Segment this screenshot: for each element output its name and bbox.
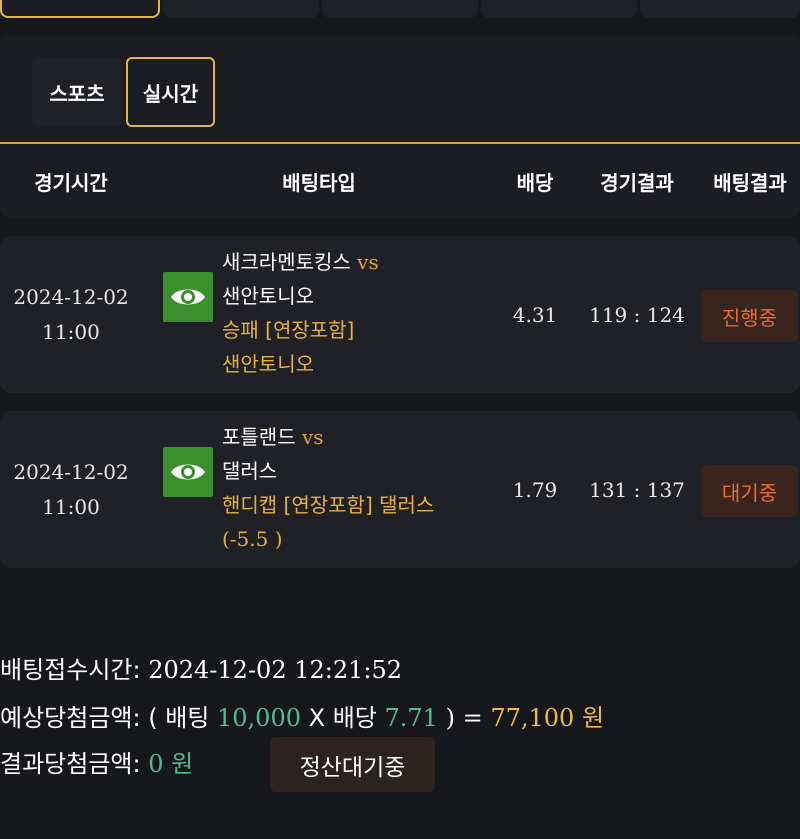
total-odds-value: 7.71 xyxy=(384,704,438,732)
receipt-time-value: 2024-12-02 12:21:52 xyxy=(148,656,403,684)
bet-info: 새크라멘토킹스 vs 샌안토니오 승패 [연장포함] 샌안토니오 xyxy=(222,245,379,381)
tab-sports[interactable]: 스포츠 xyxy=(32,57,122,127)
table-row: 2024-12-02 11:00 새크라멘토킹스 vs 샌안토니오 승패 [연장… xyxy=(0,236,800,393)
settlement-status-badge: 정산대기중 xyxy=(270,737,435,792)
top-tab-4[interactable] xyxy=(481,0,637,18)
match-date: 2024-12-02 xyxy=(13,284,129,309)
equals-sign: ) = xyxy=(445,704,483,732)
odds-value: 4.31 xyxy=(512,302,558,327)
bet-pick: 샌안토니오 xyxy=(222,352,314,376)
bet-pick: (-5.5 ) xyxy=(222,527,283,551)
status-badge: 대기중 xyxy=(701,465,798,517)
view-detail-button[interactable] xyxy=(163,272,213,322)
header-bet-type: 배팅타입 xyxy=(282,170,356,195)
result-payout-line: 결과당첨금액: 0 원 xyxy=(0,744,193,779)
home-team: 포틀랜드 xyxy=(222,425,296,449)
stake-value: 10,000 xyxy=(217,704,301,732)
odds-value: 1.79 xyxy=(512,477,558,502)
match-datetime: 2024-12-02 11:00 xyxy=(0,411,142,568)
top-tab-3[interactable] xyxy=(322,0,478,18)
eye-icon xyxy=(171,289,205,305)
tab-live-label: 실시간 xyxy=(142,81,199,106)
game-score: 119 : 124 xyxy=(589,302,685,327)
match-time: 11:00 xyxy=(42,319,100,344)
vs-label: vs xyxy=(357,250,379,274)
tab-sports-label: 스포츠 xyxy=(49,81,105,106)
away-team: 샌안토니오 xyxy=(222,284,314,308)
eye-icon xyxy=(171,464,205,480)
top-tab-5[interactable] xyxy=(640,0,800,18)
bet-info: 포틀랜드 vs 댈러스 핸디캡 [연장포함] 댈러스 (-5.5 ) xyxy=(222,420,434,556)
table-row: 2024-12-02 11:00 포틀랜드 vs 댈러스 핸디캡 [연장포함] … xyxy=(0,411,800,568)
expected-open: ( 배팅 xyxy=(148,704,210,732)
expected-payout-label: 예상당첨금액: xyxy=(0,704,141,732)
tab-live[interactable]: 실시간 xyxy=(126,57,215,127)
result-payout-label: 결과당첨금액: xyxy=(0,750,141,778)
bet-market: 핸디캡 [연장포함] 댈러스 xyxy=(222,493,435,517)
match-date: 2024-12-02 xyxy=(13,459,129,484)
payout-value: 77,100 원 xyxy=(490,704,605,732)
home-team: 새크라멘토킹스 xyxy=(222,250,351,274)
top-tab-1[interactable] xyxy=(0,0,160,18)
receipt-time-label: 배팅접수시간: xyxy=(0,656,141,684)
away-team: 댈러스 xyxy=(222,459,278,483)
bet-market: 승패 [연장포함] xyxy=(222,318,355,342)
header-time: 경기시간 xyxy=(34,170,108,195)
game-score: 131 : 137 xyxy=(589,477,685,502)
view-detail-button[interactable] xyxy=(163,447,213,497)
header-odds: 배당 xyxy=(516,170,554,195)
vs-label: vs xyxy=(301,425,324,449)
odds-times-label: X 배당 xyxy=(308,704,377,732)
match-time: 11:00 xyxy=(42,494,100,519)
expected-payout-line: 예상당첨금액: ( 배팅 10,000 X 배당 7.71 ) = 77,100… xyxy=(0,698,604,733)
receipt-time-line: 배팅접수시간: 2024-12-02 12:21:52 xyxy=(0,650,402,685)
table-header: 경기시간 배팅타입 배당 경기결과 배팅결과 xyxy=(0,144,800,218)
result-payout-value: 0 원 xyxy=(148,750,194,778)
status-badge: 진행중 xyxy=(701,290,798,342)
header-bet-result: 배팅결과 xyxy=(713,170,787,195)
top-tab-bar xyxy=(0,0,800,22)
top-tab-2[interactable] xyxy=(163,0,319,18)
match-datetime: 2024-12-02 11:00 xyxy=(0,236,142,393)
header-game-result: 경기결과 xyxy=(600,170,674,195)
